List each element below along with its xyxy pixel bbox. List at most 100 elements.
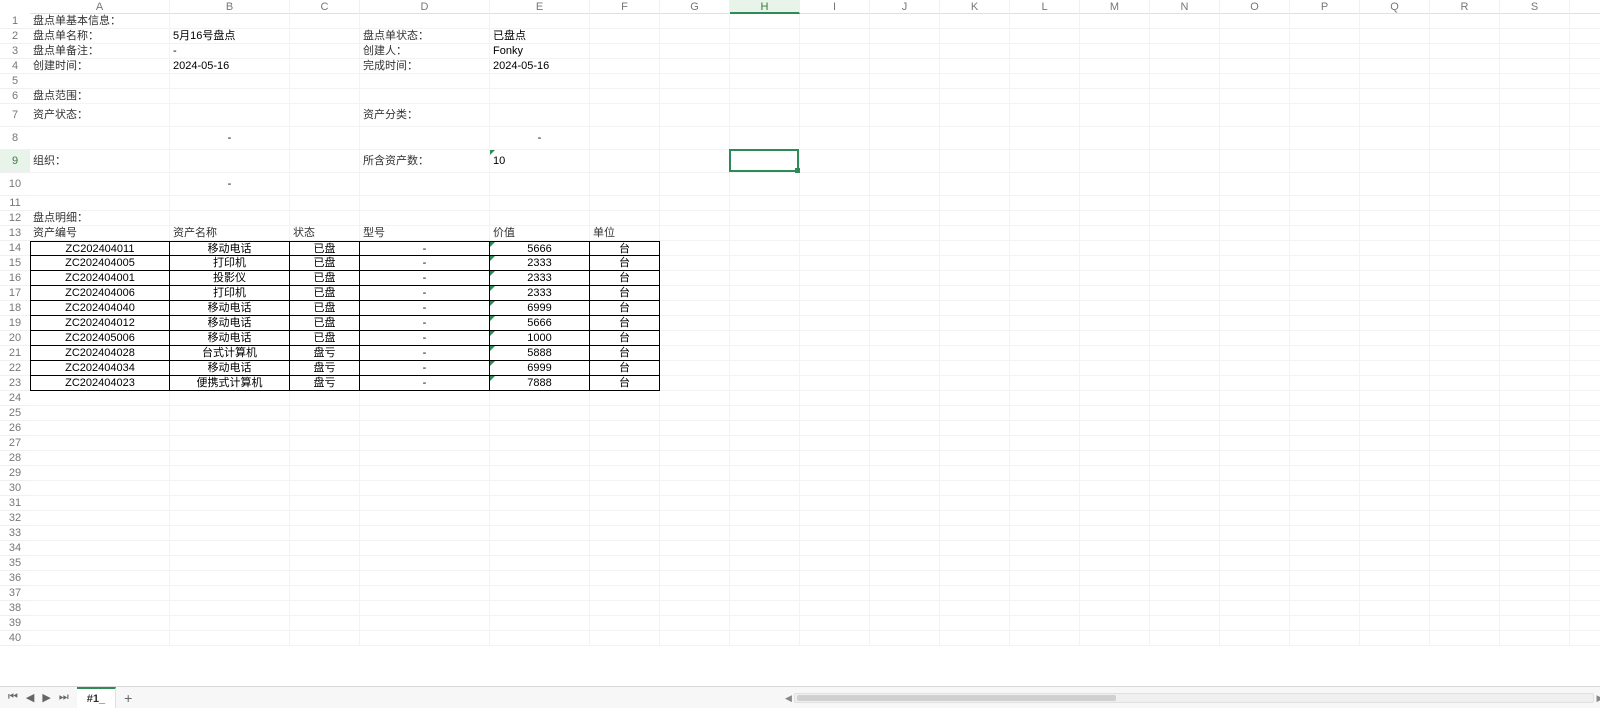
cell-name[interactable]: 移动电话 xyxy=(170,361,290,376)
cell-Q[interactable] xyxy=(1360,541,1430,556)
cell-G[interactable] xyxy=(660,406,730,421)
cell-E[interactable] xyxy=(490,196,590,211)
cell-I[interactable] xyxy=(800,526,870,541)
cell-H[interactable] xyxy=(730,466,800,481)
cell-N[interactable] xyxy=(1150,14,1220,29)
cell-Q[interactable] xyxy=(1360,406,1430,421)
cell-K[interactable] xyxy=(940,361,1010,376)
cell-H[interactable] xyxy=(730,211,800,226)
cell-B[interactable] xyxy=(170,481,290,496)
cell-C[interactable] xyxy=(290,601,360,616)
row-header-11[interactable]: 11 xyxy=(0,196,30,211)
cell-L[interactable] xyxy=(1010,271,1080,286)
cell-Q[interactable] xyxy=(1360,616,1430,631)
row-header-30[interactable]: 30 xyxy=(0,481,30,496)
cell-N[interactable] xyxy=(1150,496,1220,511)
cell-H[interactable] xyxy=(730,44,800,59)
cell-O[interactable] xyxy=(1220,226,1290,241)
cell-M[interactable] xyxy=(1080,226,1150,241)
cell-I[interactable] xyxy=(800,586,870,601)
cell-D[interactable] xyxy=(360,196,490,211)
cell-T[interactable] xyxy=(1570,436,1600,451)
cell-Q[interactable] xyxy=(1360,127,1430,150)
cell-Q[interactable] xyxy=(1360,556,1430,571)
cell-O[interactable] xyxy=(1220,256,1290,271)
scroll-right-icon[interactable]: ▶ xyxy=(1595,693,1600,703)
col-header-T[interactable]: T xyxy=(1570,0,1600,14)
cell-N[interactable] xyxy=(1150,104,1220,127)
cell-S[interactable] xyxy=(1500,631,1570,646)
cell-K[interactable] xyxy=(940,421,1010,436)
cell-G[interactable] xyxy=(660,104,730,127)
org-label[interactable]: 组织： xyxy=(30,150,170,173)
cell-I[interactable] xyxy=(800,286,870,301)
cell-N[interactable] xyxy=(1150,421,1220,436)
cell-G[interactable] xyxy=(660,631,730,646)
cell-O[interactable] xyxy=(1220,541,1290,556)
cell-B[interactable] xyxy=(170,406,290,421)
cell-M[interactable] xyxy=(1080,89,1150,104)
cell-S[interactable] xyxy=(1500,526,1570,541)
cell-E[interactable] xyxy=(490,74,590,89)
create-time-value[interactable]: 2024-05-16 xyxy=(170,59,290,74)
cell-Q[interactable] xyxy=(1360,331,1430,346)
row-header-24[interactable]: 24 xyxy=(0,391,30,406)
cell-S[interactable] xyxy=(1500,271,1570,286)
cell-T[interactable] xyxy=(1570,406,1600,421)
cell-R[interactable] xyxy=(1430,556,1500,571)
cell-O[interactable] xyxy=(1220,127,1290,150)
cell-T[interactable] xyxy=(1570,541,1600,556)
row-header-27[interactable]: 27 xyxy=(0,436,30,451)
cell-R[interactable] xyxy=(1430,14,1500,29)
cell-G[interactable] xyxy=(660,421,730,436)
cell-J[interactable] xyxy=(870,241,940,256)
cell-C[interactable] xyxy=(290,59,360,74)
col-header-M[interactable]: M xyxy=(1080,0,1150,14)
cell-J[interactable] xyxy=(870,271,940,286)
cell-O[interactable] xyxy=(1220,44,1290,59)
cell-L[interactable] xyxy=(1010,44,1080,59)
row-header-19[interactable]: 19 xyxy=(0,316,30,331)
cell-M[interactable] xyxy=(1080,104,1150,127)
cell-O[interactable] xyxy=(1220,406,1290,421)
cell-J[interactable] xyxy=(870,511,940,526)
cell-B[interactable] xyxy=(170,104,290,127)
cell-E[interactable] xyxy=(490,481,590,496)
hdr-unit[interactable]: 单位 xyxy=(590,226,660,241)
row-header-7[interactable]: 7 xyxy=(0,104,30,127)
cell-B[interactable] xyxy=(170,466,290,481)
cell-L[interactable] xyxy=(1010,104,1080,127)
nav-last-icon[interactable]: ⏭ xyxy=(57,691,71,704)
cell-O[interactable] xyxy=(1220,74,1290,89)
cell-P[interactable] xyxy=(1290,226,1360,241)
cell-L[interactable] xyxy=(1010,586,1080,601)
cell-L[interactable] xyxy=(1010,601,1080,616)
cell-C[interactable] xyxy=(290,74,360,89)
cell-status[interactable]: 已盘 xyxy=(290,301,360,316)
cell-A[interactable] xyxy=(30,466,170,481)
cell-N[interactable] xyxy=(1150,376,1220,391)
cell-K[interactable] xyxy=(940,496,1010,511)
cell-R[interactable] xyxy=(1430,541,1500,556)
cell-M[interactable] xyxy=(1080,391,1150,406)
cell-K[interactable] xyxy=(940,104,1010,127)
cell-J[interactable] xyxy=(870,616,940,631)
cell-M[interactable] xyxy=(1080,150,1150,173)
cell-M[interactable] xyxy=(1080,74,1150,89)
cell-K[interactable] xyxy=(940,150,1010,173)
col-header-L[interactable]: L xyxy=(1010,0,1080,14)
row-header-12[interactable]: 12 xyxy=(0,211,30,226)
cell-F[interactable] xyxy=(590,586,660,601)
cell-N[interactable] xyxy=(1150,556,1220,571)
cell-K[interactable] xyxy=(940,226,1010,241)
cell-O[interactable] xyxy=(1220,29,1290,44)
cell-I[interactable] xyxy=(800,481,870,496)
cell-K[interactable] xyxy=(940,436,1010,451)
cell-status[interactable]: 已盘 xyxy=(290,256,360,271)
cell-id[interactable]: ZC202404006 xyxy=(30,286,170,301)
cell-A[interactable] xyxy=(30,74,170,89)
cell-N[interactable] xyxy=(1150,256,1220,271)
cell-name[interactable]: 打印机 xyxy=(170,286,290,301)
cell-I[interactable] xyxy=(800,226,870,241)
cell-H[interactable] xyxy=(730,631,800,646)
